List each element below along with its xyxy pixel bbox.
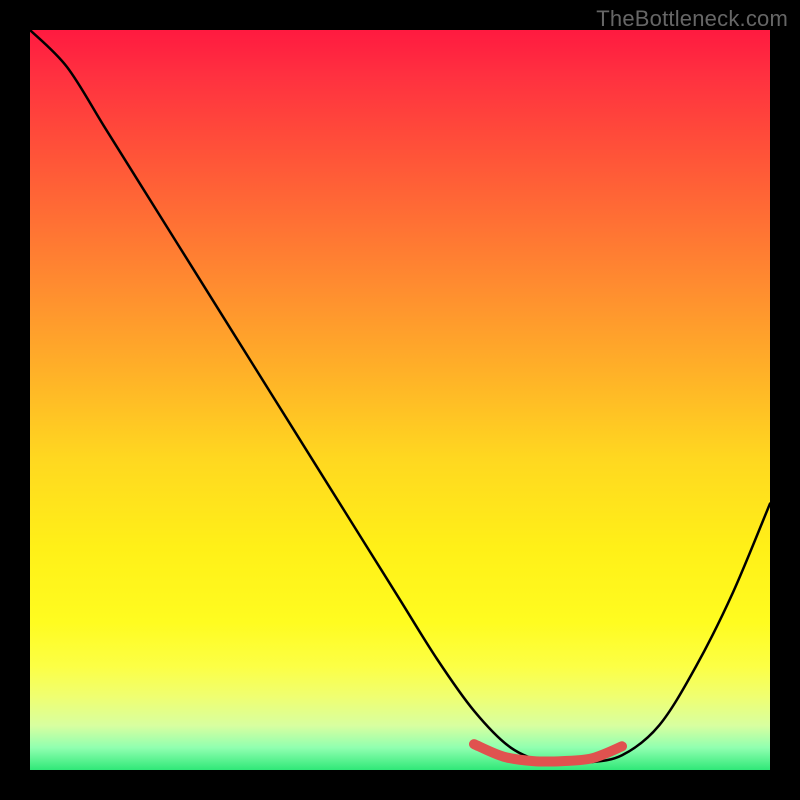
- watermark-text: TheBottleneck.com: [596, 6, 788, 32]
- chart-svg: [30, 30, 770, 770]
- chart-plot-area: [30, 30, 770, 770]
- bottleneck-curve: [30, 30, 770, 764]
- optimal-range-highlight: [474, 744, 622, 761]
